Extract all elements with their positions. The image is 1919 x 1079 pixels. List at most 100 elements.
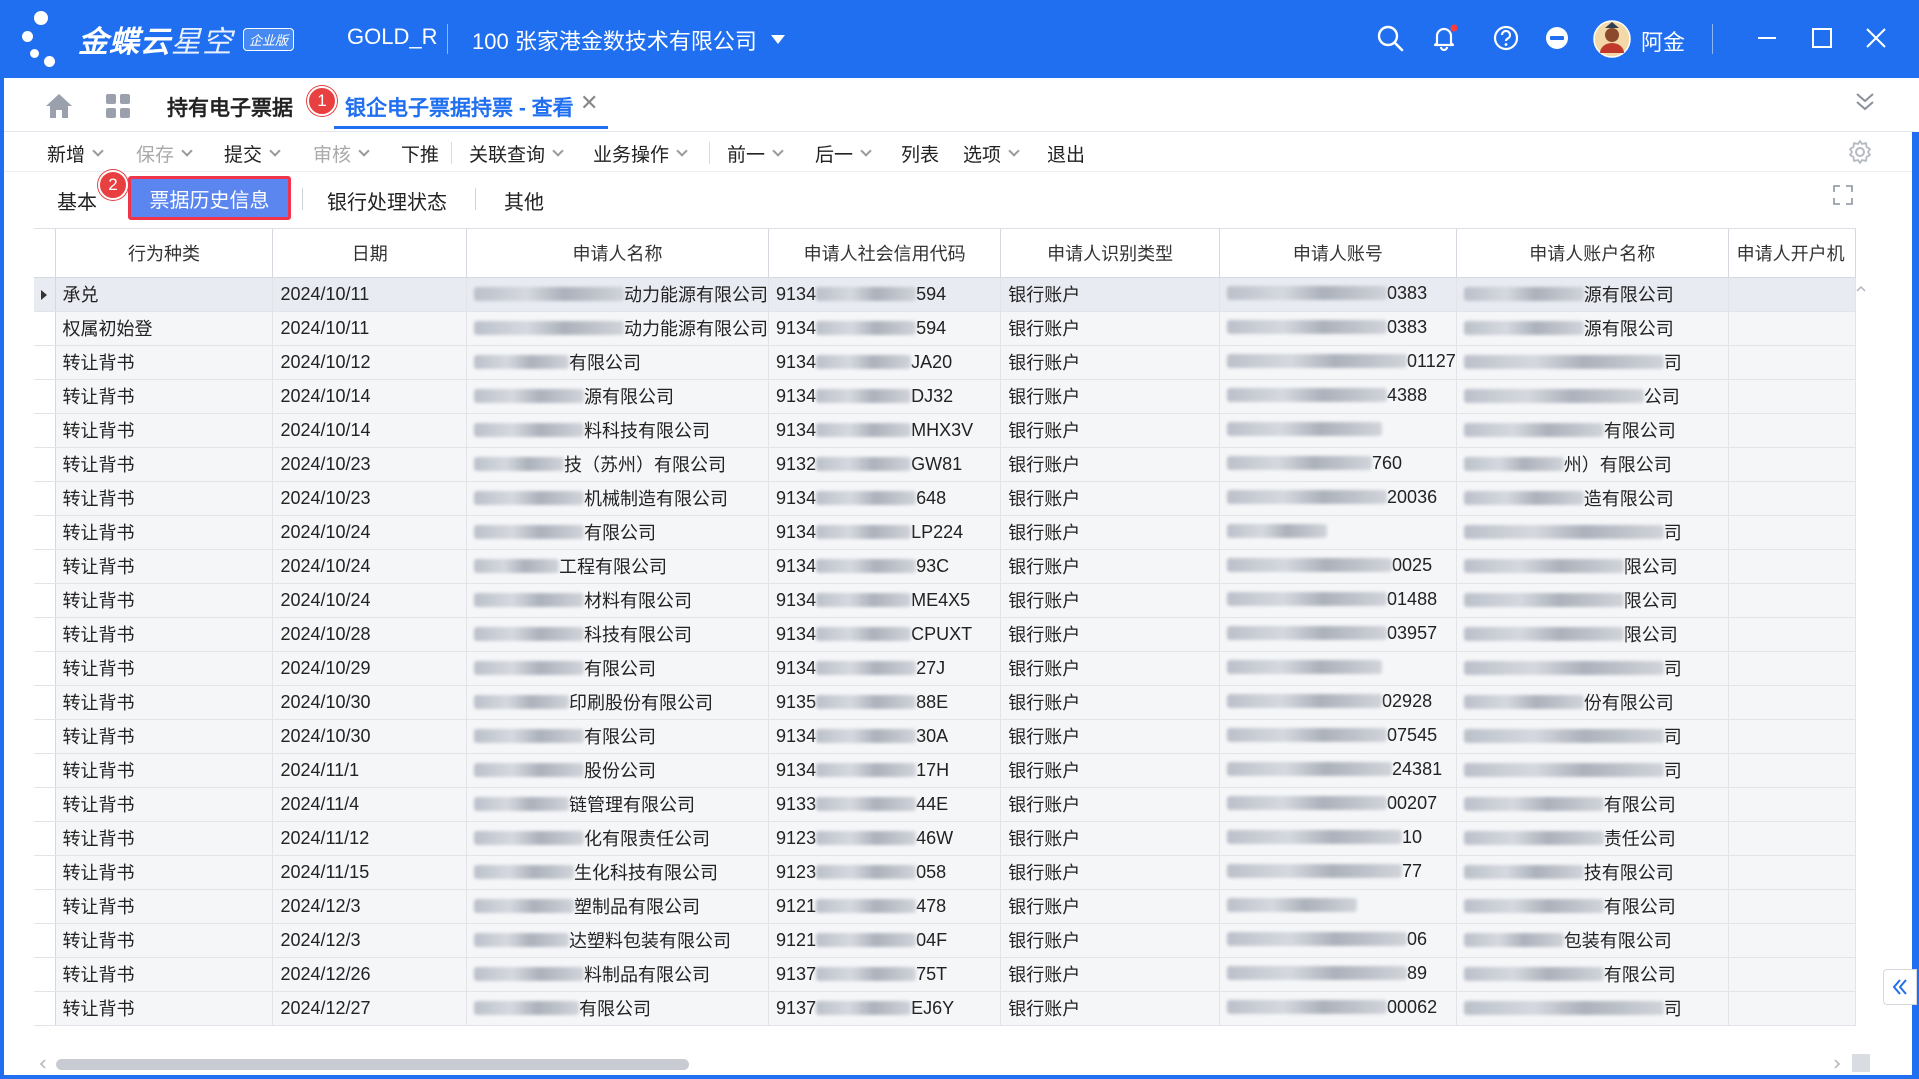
cell-applicant-name[interactable]: 动力能源有限公司 bbox=[466, 277, 770, 312]
cell-account-name[interactable]: 有限公司 bbox=[1456, 787, 1729, 822]
table-row[interactable]: 转让背书 2024/10/24 有限公司 9134 LP224 银行账户 司 bbox=[34, 515, 1856, 550]
bell-icon[interactable] bbox=[1428, 22, 1460, 54]
window-maximize-icon[interactable] bbox=[1806, 22, 1838, 54]
cell-date[interactable]: 2024/10/24 bbox=[272, 583, 468, 618]
cell-account-name[interactable]: 技有限公司 bbox=[1456, 855, 1729, 890]
cell-date[interactable]: 2024/12/26 bbox=[272, 957, 468, 992]
cell-credit-code[interactable]: 9132 GW81 bbox=[768, 447, 1002, 482]
cell-action-type[interactable]: 转让背书 bbox=[55, 991, 274, 1026]
cell-applicant-name[interactable]: 印刷股份有限公司 bbox=[466, 685, 770, 720]
column-header[interactable]: 行为种类 bbox=[55, 229, 274, 278]
cell-applicant-name[interactable]: 有限公司 bbox=[466, 991, 770, 1026]
cell-credit-code[interactable]: 9134 LP224 bbox=[768, 515, 1002, 550]
cell-applicant-name[interactable]: 有限公司 bbox=[466, 651, 770, 686]
cell-bank[interactable] bbox=[1728, 617, 1856, 652]
cell-account-name[interactable]: 公司 bbox=[1456, 379, 1729, 414]
table-row[interactable]: 转让背书 2024/10/23 机械制造有限公司 9134 648 银行账户 20036 造有… bbox=[34, 481, 1856, 516]
column-header[interactable]: 日期 bbox=[272, 229, 468, 278]
cell-bank[interactable] bbox=[1728, 413, 1856, 448]
row-indicator[interactable] bbox=[34, 685, 56, 720]
cell-date[interactable]: 2024/10/14 bbox=[272, 413, 468, 448]
home-icon[interactable] bbox=[44, 92, 74, 120]
cell-account-name[interactable]: 限公司 bbox=[1456, 583, 1729, 618]
previous-button[interactable]: 前一 bbox=[727, 140, 784, 167]
cell-account-name[interactable]: 司 bbox=[1456, 345, 1729, 380]
cell-account-number[interactable]: 03957 bbox=[1219, 617, 1457, 652]
cell-applicant-name[interactable]: 股份公司 bbox=[466, 753, 770, 788]
cell-applicant-name[interactable]: 化有限责任公司 bbox=[466, 821, 770, 856]
cell-account-number[interactable]: 01488 bbox=[1219, 583, 1457, 618]
cell-credit-code[interactable]: 9134 JA20 bbox=[768, 345, 1002, 380]
cell-bank[interactable] bbox=[1728, 855, 1856, 890]
table-row[interactable]: 权属初始登 2024/10/11 动力能源有限公司 9134 594 银行账户 0383 源有… bbox=[34, 311, 1856, 346]
cell-account-name[interactable]: 司 bbox=[1456, 719, 1729, 754]
table-row[interactable]: 转让背书 2024/11/12 化有限责任公司 9123 46W 银行账户 10 责任公司 bbox=[34, 821, 1856, 856]
row-indicator[interactable] bbox=[34, 379, 56, 414]
cell-date[interactable]: 2024/10/29 bbox=[272, 651, 468, 686]
cell-date[interactable]: 2024/10/11 bbox=[272, 311, 468, 346]
cell-applicant-name[interactable]: 技（苏州）有限公司 bbox=[466, 447, 770, 482]
row-indicator[interactable] bbox=[34, 787, 56, 822]
cell-account-number[interactable] bbox=[1219, 413, 1457, 448]
table-row[interactable]: 转让背书 2024/10/24 材料有限公司 9134 ME4X5 银行账户 01488 限公… bbox=[34, 583, 1856, 618]
cell-applicant-name[interactable]: 链管理有限公司 bbox=[466, 787, 770, 822]
scrollbar-thumb[interactable] bbox=[56, 1059, 689, 1070]
cell-action-type[interactable]: 转让背书 bbox=[55, 923, 274, 958]
cell-bank[interactable] bbox=[1728, 957, 1856, 992]
column-header[interactable]: 申请人账户名称 bbox=[1456, 229, 1729, 278]
cell-bank[interactable] bbox=[1728, 481, 1856, 516]
cell-account-name[interactable]: 限公司 bbox=[1456, 617, 1729, 652]
cell-action-type[interactable]: 转让背书 bbox=[55, 889, 274, 924]
row-indicator[interactable] bbox=[34, 345, 56, 380]
tab-basic[interactable]: 基本 bbox=[57, 186, 97, 215]
close-icon[interactable]: ✕ bbox=[580, 90, 598, 116]
chevron-down-icon[interactable] bbox=[676, 145, 688, 157]
row-indicator[interactable] bbox=[34, 447, 56, 482]
app-grid-icon[interactable] bbox=[104, 92, 132, 120]
cell-account-name[interactable]: 有限公司 bbox=[1456, 413, 1729, 448]
cell-account-number[interactable]: 77 bbox=[1219, 855, 1457, 890]
row-indicator[interactable] bbox=[34, 549, 56, 584]
cell-applicant-name[interactable]: 有限公司 bbox=[466, 345, 770, 380]
cell-credit-code[interactable]: 9134 MHX3V bbox=[768, 413, 1002, 448]
cell-id-type[interactable]: 银行账户 bbox=[1000, 685, 1221, 720]
chevron-double-left-icon[interactable] bbox=[1883, 969, 1917, 1005]
cell-action-type[interactable]: 转让背书 bbox=[55, 787, 274, 822]
cell-id-type[interactable]: 银行账户 bbox=[1000, 413, 1221, 448]
table-row[interactable]: 转让背书 2024/12/27 有限公司 9137 EJ6Y 银行账户 00062 司 bbox=[34, 991, 1856, 1026]
chevron-down-icon[interactable] bbox=[772, 145, 784, 157]
row-indicator[interactable] bbox=[34, 753, 56, 788]
cell-date[interactable]: 2024/11/1 bbox=[272, 753, 468, 788]
cell-credit-code[interactable]: 9135 88E bbox=[768, 685, 1002, 720]
cell-applicant-name[interactable]: 源有限公司 bbox=[466, 379, 770, 414]
cell-date[interactable]: 2024/12/3 bbox=[272, 889, 468, 924]
tab-bank-status[interactable]: 银行处理状态 bbox=[327, 186, 447, 215]
cell-account-name[interactable]: 源有限公司 bbox=[1456, 311, 1729, 346]
cell-applicant-name[interactable]: 动力能源有限公司 bbox=[466, 311, 770, 346]
cell-action-type[interactable]: 转让背书 bbox=[55, 413, 274, 448]
tab-bank-ebill-view[interactable]: 银企电子票据持票 - 查看 bbox=[345, 92, 574, 122]
related-query-button[interactable]: 关联查询 bbox=[469, 140, 564, 167]
cell-date[interactable]: 2024/11/12 bbox=[272, 821, 468, 856]
gear-icon[interactable] bbox=[1847, 139, 1873, 165]
cell-account-name[interactable]: 有限公司 bbox=[1456, 957, 1729, 992]
row-indicator[interactable] bbox=[34, 821, 56, 856]
column-header[interactable]: 申请人账号 bbox=[1219, 229, 1457, 278]
cell-date[interactable]: 2024/11/4 bbox=[272, 787, 468, 822]
table-row[interactable]: 转让背书 2024/10/23 技（苏州）有限公司 9132 GW81 银行账户 760 州）… bbox=[34, 447, 1856, 482]
row-indicator[interactable] bbox=[34, 413, 56, 448]
cell-id-type[interactable]: 银行账户 bbox=[1000, 311, 1221, 346]
cell-account-number[interactable]: 89 bbox=[1219, 957, 1457, 992]
cell-credit-code[interactable]: 9134 30A bbox=[768, 719, 1002, 754]
cell-id-type[interactable]: 银行账户 bbox=[1000, 277, 1221, 312]
cell-bank[interactable] bbox=[1728, 821, 1856, 856]
tab-held-e-bills[interactable]: 持有电子票据 bbox=[167, 92, 293, 122]
cell-date[interactable]: 2024/10/12 bbox=[272, 345, 468, 380]
cell-id-type[interactable]: 银行账户 bbox=[1000, 481, 1221, 516]
cell-bank[interactable] bbox=[1728, 651, 1856, 686]
row-indicator[interactable] bbox=[34, 515, 56, 550]
table-row[interactable]: 转让背书 2024/12/3 塑制品有限公司 9121 478 银行账户 有限公司 bbox=[34, 889, 1856, 924]
cell-action-type[interactable]: 转让背书 bbox=[55, 651, 274, 686]
cell-date[interactable]: 2024/10/28 bbox=[272, 617, 468, 652]
cell-action-type[interactable]: 转让背书 bbox=[55, 379, 274, 414]
